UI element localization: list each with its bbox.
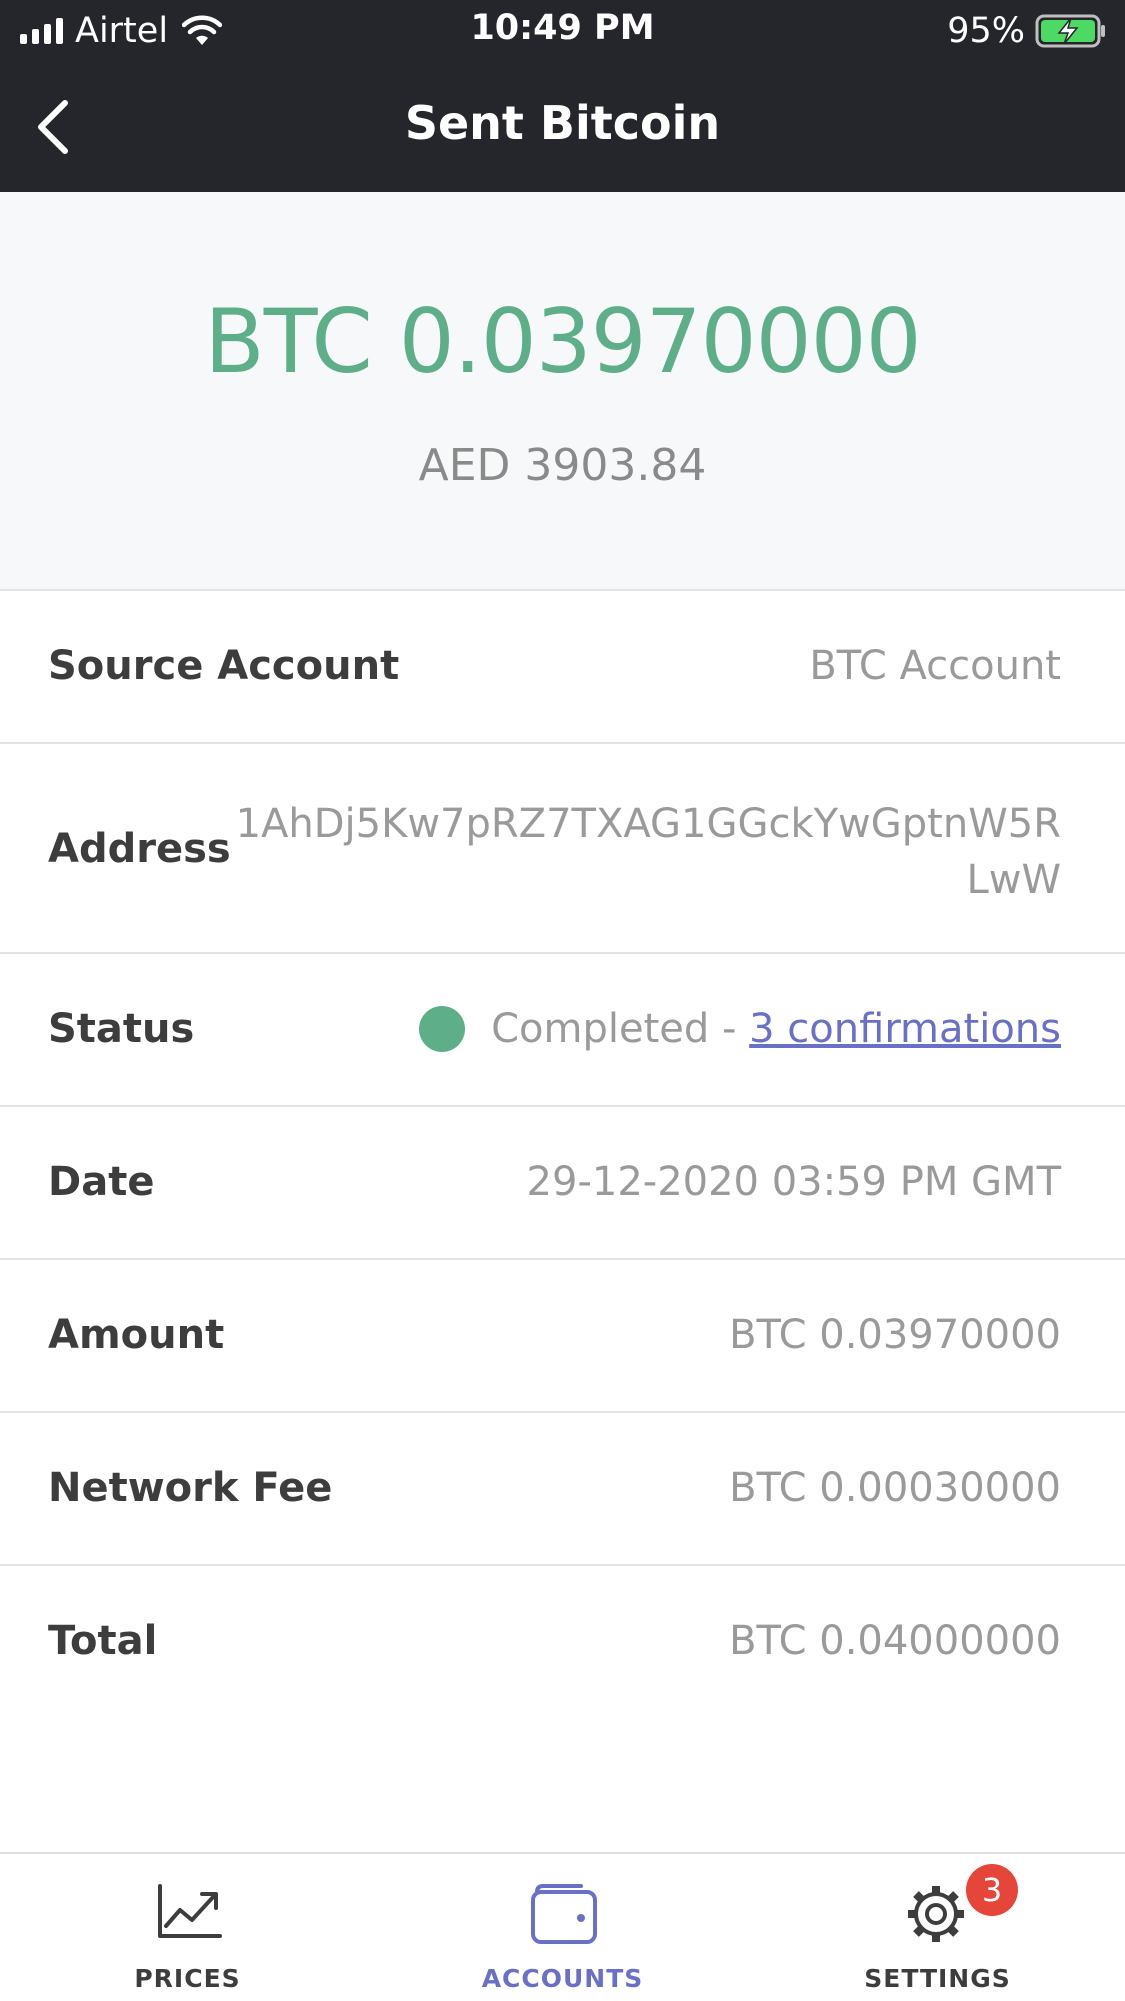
tab-settings[interactable]: 3 SETTINGS [750, 1854, 1125, 2001]
btc-amount: BTC 0.03970000 [204, 290, 921, 393]
address-label: Address [48, 826, 231, 872]
detail-row-amount: Amount BTC 0.03970000 [0, 1260, 1125, 1413]
tab-settings-label: SETTINGS [864, 1964, 1011, 1993]
fiat-amount: AED 3903.84 [418, 440, 707, 491]
address-value[interactable]: 1AhDj5Kw7pRZ7TXAG1GGckYwGptnW5RLwW [231, 796, 1061, 908]
tab-accounts-label: ACCOUNTS [481, 1964, 644, 1993]
date-value: 29-12-2020 03:59 PM GMT [526, 1159, 1061, 1205]
total-value: BTC 0.04000000 [729, 1618, 1061, 1664]
source-account-label: Source Account [48, 643, 400, 689]
confirmations-link[interactable]: 3 confirmations [749, 1006, 1061, 1052]
battery-charging-icon [1035, 14, 1105, 48]
status-dot-icon [419, 1006, 466, 1052]
tab-prices-label: PRICES [134, 1964, 241, 1993]
status-right: 95% [947, 10, 1107, 52]
network-fee-value: BTC 0.00030000 [729, 1465, 1061, 1511]
status-text: Completed - [491, 1006, 750, 1052]
date-label: Date [48, 1159, 155, 1205]
settings-badge: 3 [966, 1864, 1018, 1916]
detail-row-status: Status Completed - 3 confirmations [0, 954, 1125, 1107]
nav-bar: Sent Bitcoin [0, 62, 1125, 192]
status-bar: Airtel 10:49 PM 95% [0, 0, 1125, 62]
chart-icon [157, 1884, 222, 1938]
top-bar: Airtel 10:49 PM 95% Sent Bitcoin [0, 0, 1125, 192]
page-title: Sent Bitcoin [404, 96, 721, 150]
status-value: Completed - 3 confirmations [419, 1006, 1061, 1052]
status-label: Status [48, 1006, 195, 1052]
network-fee-label: Network Fee [48, 1465, 333, 1511]
detail-row-source-account: Source Account BTC Account [0, 591, 1125, 744]
tab-accounts[interactable]: ACCOUNTS [375, 1854, 750, 2001]
total-label: Total [48, 1618, 158, 1664]
battery-percent: 95% [947, 11, 1025, 51]
detail-row-date: Date 29-12-2020 03:59 PM GMT [0, 1107, 1125, 1260]
amount-value: BTC 0.03970000 [729, 1312, 1061, 1358]
wallet-icon [530, 1884, 597, 1944]
amount-label: Amount [48, 1312, 225, 1358]
detail-row-total: Total BTC 0.04000000 [0, 1566, 1125, 1719]
detail-row-network-fee: Network Fee BTC 0.00030000 [0, 1413, 1125, 1566]
detail-row-address: Address 1AhDj5Kw7pRZ7TXAG1GGckYwGptnW5RL… [0, 744, 1125, 954]
tab-bar: PRICES ACCOUNTS 3 SETTINGS [0, 1852, 1125, 2001]
tab-prices[interactable]: PRICES [0, 1854, 375, 2001]
amount-summary: BTC 0.03970000 AED 3903.84 [0, 192, 1125, 591]
source-account-value: BTC Account [809, 643, 1061, 689]
